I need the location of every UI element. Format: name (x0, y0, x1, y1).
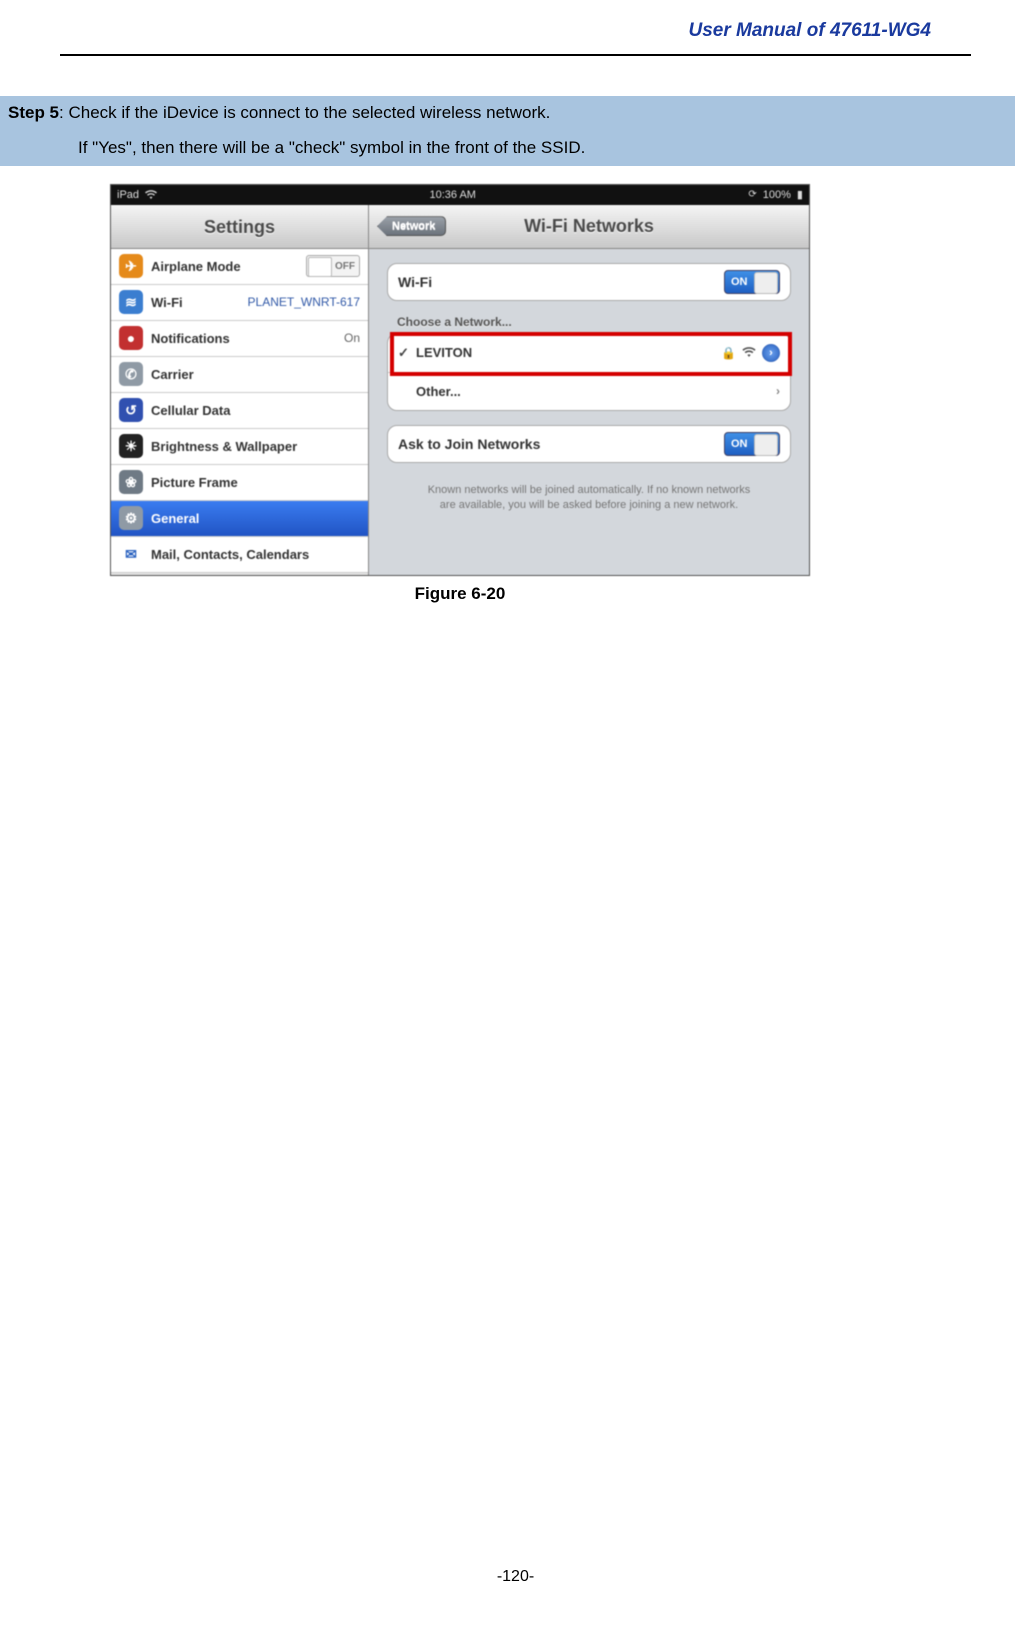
settings-title: Settings (111, 205, 368, 249)
network-name: LEVITON (416, 345, 472, 360)
airplane-mode-toggle[interactable]: OFF (306, 255, 360, 277)
detail-disclosure-icon[interactable]: › (762, 344, 780, 362)
header-rule (60, 54, 971, 56)
sidebar-item-value: PLANET_WNRT-617 (248, 295, 360, 309)
sidebar-item-wi-fi[interactable]: ≋ Wi-Fi PLANET_WNRT-617 (111, 285, 368, 321)
lock-icon: 🔒 (721, 346, 736, 360)
ask-to-join-toggle[interactable]: ON (724, 432, 780, 456)
step-block: Step 5: Check if the iDevice is connect … (0, 96, 1015, 166)
sidebar-item-label: Notifications (151, 331, 230, 346)
sidebar-item-label: Mail, Contacts, Calendars (151, 547, 309, 562)
step-line-2: If "Yes", then there will be a "check" s… (0, 131, 1015, 166)
wifi-toggle-label: Wi-Fi (398, 274, 432, 290)
battery-icon: ▮ (797, 188, 803, 201)
figure-caption: Figure 6-20 (110, 584, 810, 604)
wifi-toggle[interactable]: ON (724, 270, 780, 294)
sidebar-item-label: Picture Frame (151, 475, 238, 490)
page-header-title: User Manual of 47611-WG4 (0, 0, 1031, 54)
sidebar-item-mail-contacts-calendars[interactable]: ✉ Mail, Contacts, Calendars (111, 537, 368, 573)
sidebar-item-carrier[interactable]: ✆ Carrier (111, 357, 368, 393)
notifications-icon: ● (119, 326, 143, 350)
sidebar-item-brightness-wallpaper[interactable]: ☀ Brightness & Wallpaper (111, 429, 368, 465)
airplane-mode-icon: ✈ (119, 254, 143, 278)
sidebar-item-label: Airplane Mode (151, 259, 241, 274)
wifi-icon (145, 190, 157, 200)
brightness-wallpaper-icon: ☀ (119, 434, 143, 458)
status-device: iPad (117, 189, 139, 201)
back-network-button[interactable]: Network (377, 216, 446, 236)
wifi-panel: Network Wi-Fi Networks Wi-Fi ON Choose a… (369, 205, 809, 575)
wifi-toggle-row[interactable]: Wi-Fi ON (387, 263, 791, 301)
step-line1-rest: : Check if the iDevice is connect to the… (59, 103, 550, 122)
sidebar-item-label: Brightness & Wallpaper (151, 439, 297, 454)
ask-to-join-desc: Known networks will be joined automatica… (387, 477, 791, 513)
ipad-screenshot: iPad 10:36 AM ⟳ 100% ▮ Settings ✈ Airplan… (110, 184, 810, 576)
step-label: Step 5 (8, 103, 59, 122)
signal-icon (742, 347, 756, 358)
sidebar-item-label: Carrier (151, 367, 194, 382)
wifi-panel-title: Wi-Fi Networks (524, 216, 654, 237)
cellular-data-icon: ↺ (119, 398, 143, 422)
choose-network-label: Choose a Network... (387, 315, 791, 333)
step-line-1: Step 5: Check if the iDevice is connect … (0, 96, 1015, 131)
other-network-label: Other... (416, 384, 461, 399)
network-row-other[interactable]: Other... › (388, 372, 790, 410)
ask-to-join-row[interactable]: Ask to Join Networks ON (387, 425, 791, 463)
sidebar-item-general[interactable]: ⚙ General (111, 501, 368, 537)
sidebar-item-airplane-mode[interactable]: ✈ Airplane Mode OFF (111, 249, 368, 285)
network-list: ✓ LEVITON 🔒 › Other... › (387, 333, 791, 411)
general-icon: ⚙ (119, 506, 143, 530)
sidebar-item-label: Wi-Fi (151, 295, 183, 310)
check-icon: ✓ (398, 345, 414, 361)
wifi-panel-header: Network Wi-Fi Networks (369, 205, 809, 249)
status-time: 10:36 AM (429, 189, 475, 201)
wi-fi-icon: ≋ (119, 290, 143, 314)
picture-frame-icon: ❀ (119, 470, 143, 494)
network-row-leviton[interactable]: ✓ LEVITON 🔒 › (388, 334, 790, 372)
mail-contacts-calendars-icon: ✉ (119, 542, 143, 566)
ask-to-join-label: Ask to Join Networks (398, 436, 540, 452)
status-bar: iPad 10:36 AM ⟳ 100% ▮ (111, 185, 809, 205)
sidebar-item-notifications[interactable]: ● Notifications On (111, 321, 368, 357)
sidebar-item-label: General (151, 511, 199, 526)
status-battery: 100% (763, 189, 791, 201)
sidebar-item-label: Cellular Data (151, 403, 230, 418)
figure-wrap: iPad 10:36 AM ⟳ 100% ▮ Settings ✈ Airplan… (110, 184, 810, 604)
page-number: -120- (0, 1568, 1031, 1586)
sidebar-item-cellular-data[interactable]: ↺ Cellular Data (111, 393, 368, 429)
chevron-right-icon: › (776, 384, 780, 398)
sidebar-item-picture-frame[interactable]: ❀ Picture Frame (111, 465, 368, 501)
carrier-icon: ✆ (119, 362, 143, 386)
settings-sidebar: Settings ✈ Airplane Mode OFF ≋ Wi-Fi PLANET_W… (111, 205, 369, 575)
sidebar-item-value: On (344, 331, 360, 345)
